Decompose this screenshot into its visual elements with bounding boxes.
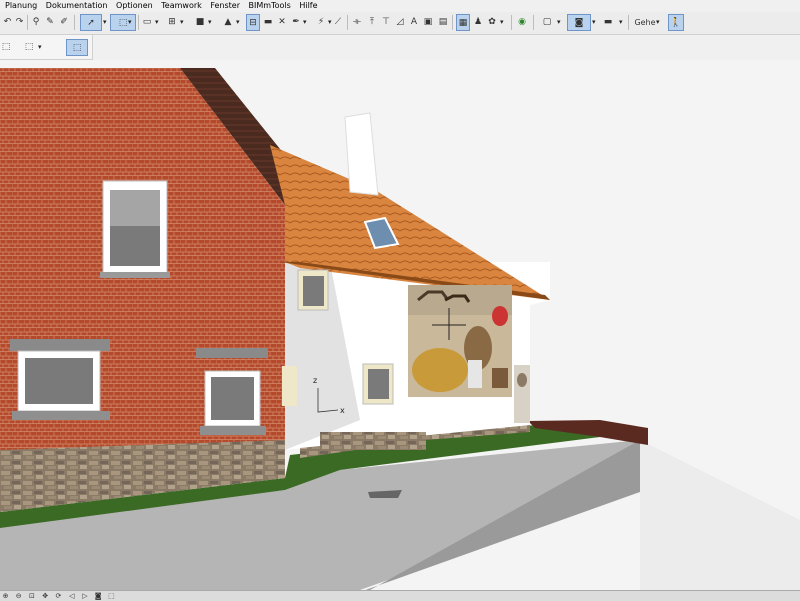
chevron-down-icon[interactable]: ▾ <box>103 14 107 31</box>
menu-hilfe[interactable]: Hilfe <box>296 0 320 12</box>
chevron-down-icon[interactable]: ▾ <box>656 14 660 31</box>
marker-icon[interactable]: ◿ <box>394 14 406 31</box>
main-toolbar: ↶ ↷ ⚲ ✎ ✐ ➚ ▾ ⬚ ▾ ▭ ▾ ⊞ ▾ ■ ▾ ▲ ▾ ⊟ ▬ ✕ … <box>0 12 800 35</box>
toolbar-separator <box>628 15 629 30</box>
close-x-icon[interactable]: ✕ <box>276 14 288 31</box>
toolbar-separator <box>74 15 75 30</box>
chevron-down-icon[interactable]: ▾ <box>180 14 184 31</box>
chevron-down-icon[interactable]: ▾ <box>155 14 159 31</box>
wall-icon[interactable]: ▭ <box>141 14 153 31</box>
menu-dokumentation[interactable]: Dokumentation <box>43 0 111 12</box>
syringe-icon[interactable]: ✐ <box>58 14 70 31</box>
menu-optionen[interactable]: Optionen <box>113 0 156 12</box>
chevron-down-icon[interactable]: ▾ <box>303 14 307 31</box>
globe-icon[interactable]: ◉ <box>516 14 528 31</box>
axis-x-label: x <box>340 406 345 415</box>
menu-fenster[interactable]: Fenster <box>207 0 243 12</box>
window-icon[interactable]: ⊟ <box>246 14 260 31</box>
render-icon[interactable]: ✿ <box>486 14 498 31</box>
marquee-tool-icon[interactable]: ⬚ <box>22 39 36 56</box>
magic-wand-icon[interactable]: ⚡ <box>315 14 327 31</box>
axis-z-label: z <box>313 376 318 385</box>
toolbar-separator <box>27 15 28 30</box>
3d-viewport[interactable]: z x <box>0 60 800 592</box>
undo-icon[interactable]: ↶ <box>2 14 13 31</box>
label-icon[interactable]: A <box>408 14 420 31</box>
camera-icon[interactable]: ◙ <box>567 14 591 31</box>
view-icon[interactable]: ▦ <box>456 14 470 31</box>
chevron-down-icon[interactable]: ▾ <box>236 14 240 31</box>
view-icon[interactable]: ▢ <box>540 14 554 31</box>
chevron-down-icon[interactable]: ▾ <box>128 14 132 31</box>
selection-palette: ⬚ ⬚ ▾ ⬚ <box>0 35 93 60</box>
chevron-down-icon[interactable]: ▾ <box>619 14 623 31</box>
object-icon[interactable]: ▬ <box>262 14 274 31</box>
toolbar-separator <box>138 15 139 30</box>
navigation-mode-select[interactable]: Gehe <box>634 14 656 31</box>
chevron-down-icon[interactable]: ▾ <box>38 39 42 56</box>
find-select-icon[interactable]: ⚲ <box>30 14 42 31</box>
measure-icon[interactable]: ⤒ <box>366 14 378 31</box>
eyedropper-icon[interactable]: ✎ <box>44 14 56 31</box>
display-icon[interactable]: ▬ <box>601 14 615 31</box>
layer-icon[interactable]: ▤ <box>437 14 449 31</box>
material-icon[interactable]: ♟ <box>472 14 484 31</box>
menu-planung[interactable]: Planung <box>0 0 40 12</box>
chevron-down-icon[interactable]: ▾ <box>592 14 596 31</box>
pen-icon[interactable]: ⟋ <box>333 14 343 31</box>
menu-bar: Planung Dokumentation Optionen Teamwork … <box>0 0 800 12</box>
marquee-tool-icon[interactable]: ⬚ <box>110 14 136 31</box>
marquee-tool-icon[interactable]: ⬚ <box>0 39 12 56</box>
status-bar: ⊕ ⊖ ⊡ ✥ ⟳ ◁ ▷ ◙ ⬚ <box>0 590 800 601</box>
toolbar-separator <box>347 15 348 30</box>
chevron-down-icon[interactable]: ▾ <box>500 14 504 31</box>
walk-icon[interactable]: 🚶 <box>668 14 684 31</box>
toolbar-separator <box>533 15 534 30</box>
toolbar-separator <box>452 15 453 30</box>
arrow-tool-icon[interactable]: ➚ <box>80 14 102 31</box>
chevron-down-icon[interactable]: ▾ <box>208 14 212 31</box>
menu-teamwork[interactable]: Teamwork <box>158 0 205 12</box>
grid-icon[interactable]: ⊞ <box>166 14 178 31</box>
dimension-icon[interactable]: ⟛ <box>351 14 363 31</box>
chevron-down-icon[interactable]: ▾ <box>328 14 332 31</box>
redo-icon[interactable]: ↷ <box>14 14 25 31</box>
3d-scene <box>0 60 800 592</box>
object-icon[interactable]: ■ <box>194 14 206 31</box>
pen-icon[interactable]: ✒ <box>290 14 302 31</box>
stair-icon[interactable]: ▲ <box>222 14 234 31</box>
chevron-down-icon[interactable]: ▾ <box>557 14 561 31</box>
marquee-tool-icon[interactable]: ⬚ <box>66 39 88 56</box>
elevation-icon[interactable]: ⊤ <box>380 14 392 31</box>
menu-bimmtools[interactable]: BIMmTools <box>246 0 294 12</box>
image-icon[interactable]: ▣ <box>422 14 434 31</box>
toolbar-separator <box>511 15 512 30</box>
